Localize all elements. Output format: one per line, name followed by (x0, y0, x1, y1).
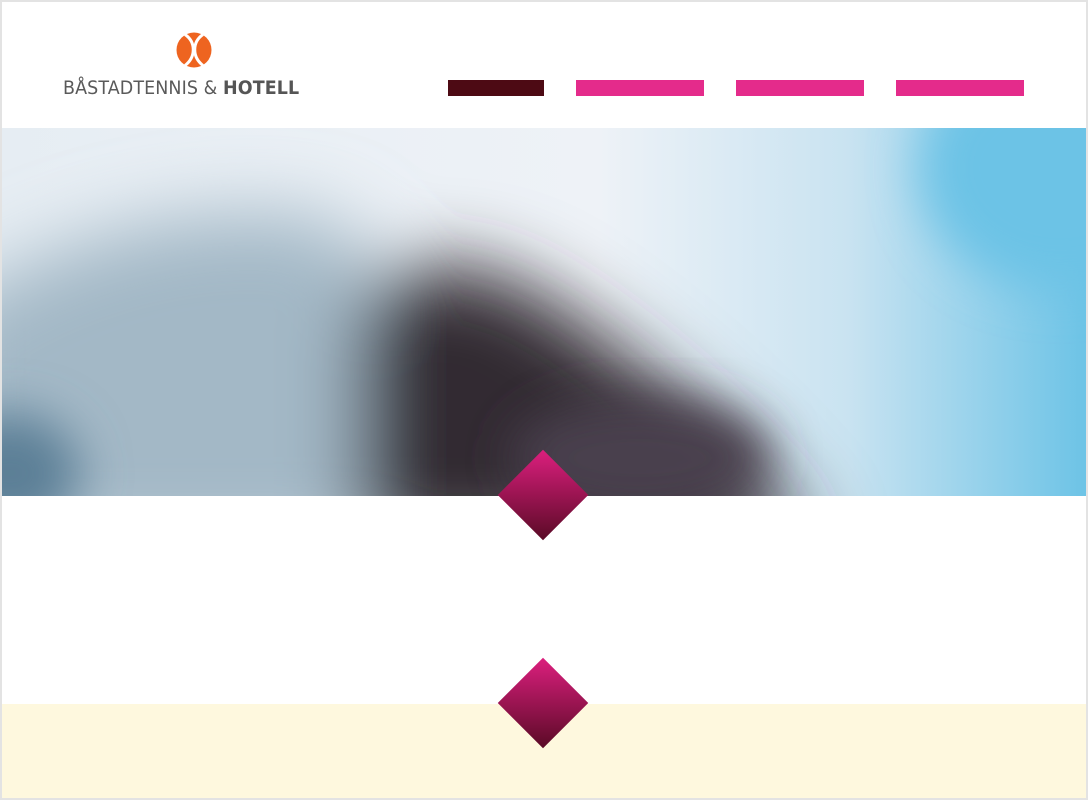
nav-item-1[interactable] (448, 80, 544, 96)
nav-item-3[interactable] (736, 80, 864, 96)
brand-name-bold: HOTELL (223, 77, 300, 99)
site-header: BÅSTADTENNIS & HOTELL (0, 0, 1088, 128)
brand-name-regular: BÅSTADTENNIS & (63, 77, 224, 99)
nav-item-2[interactable] (576, 80, 704, 96)
brand-name: BÅSTADTENNIS & HOTELL (63, 76, 299, 100)
brand-logo[interactable]: BÅSTADTENNIS & HOTELL (60, 30, 330, 102)
hero-image (0, 128, 1088, 496)
tennis-ball-icon (176, 32, 212, 68)
hero-blurred-photo (0, 128, 1088, 496)
nav-item-4[interactable] (896, 80, 1024, 96)
